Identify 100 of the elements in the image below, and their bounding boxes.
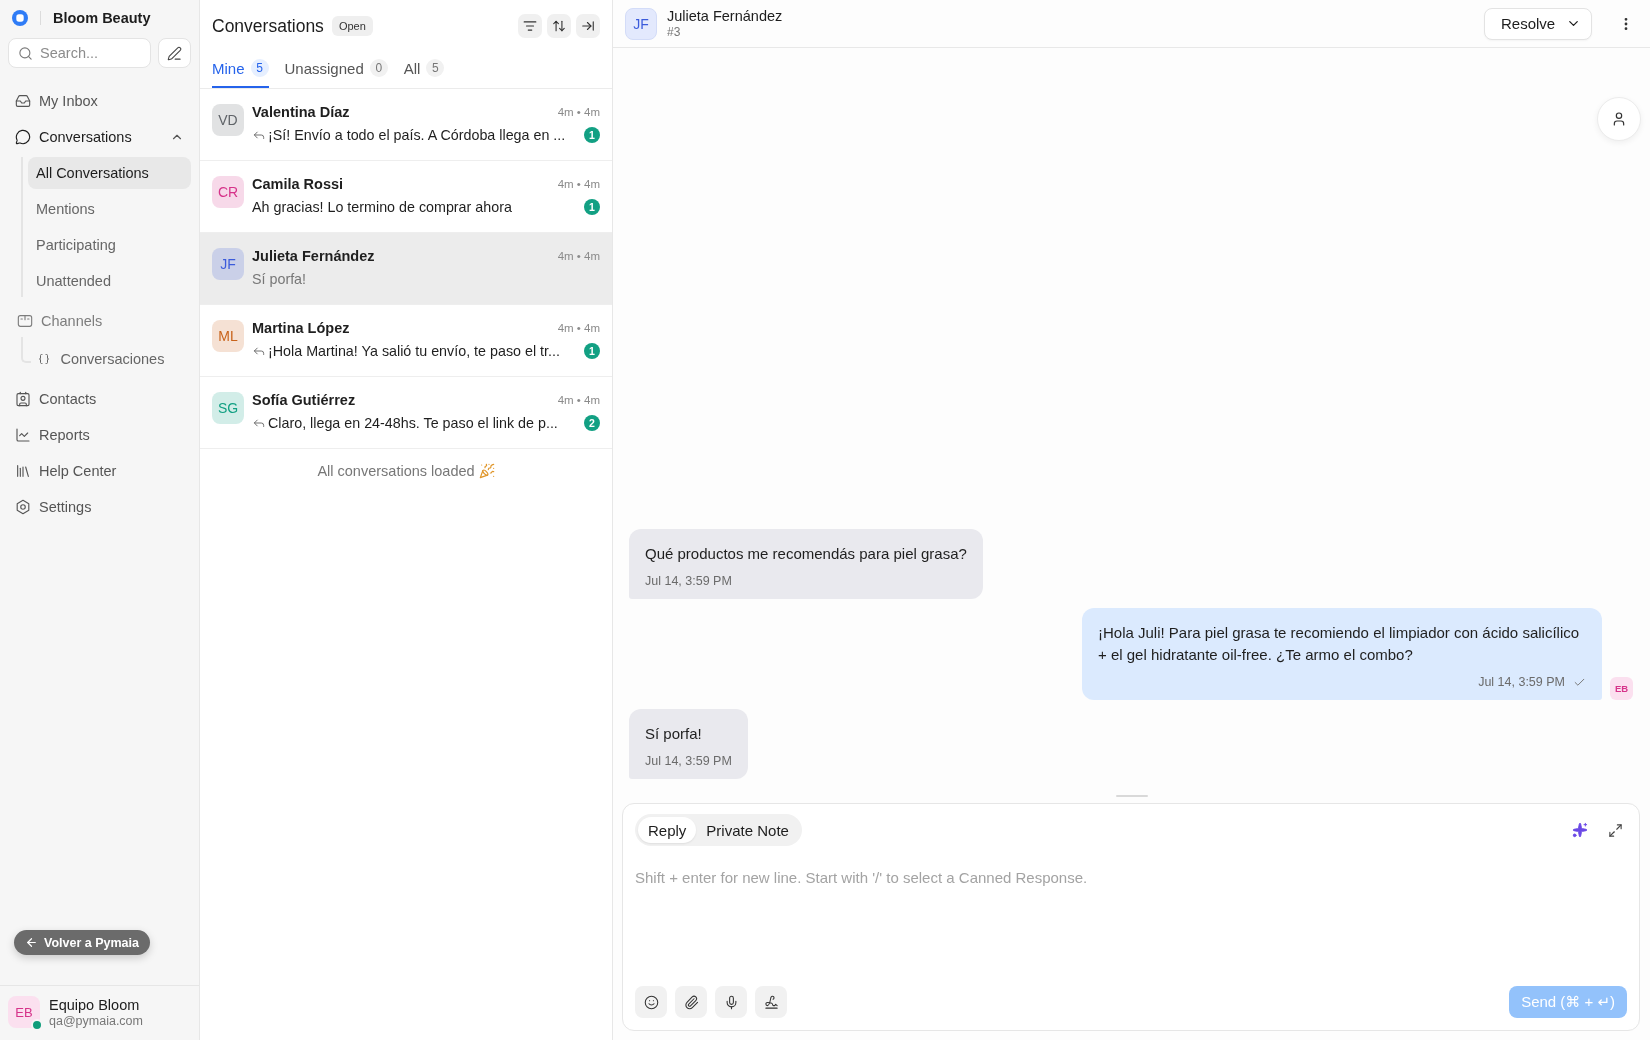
sort-button[interactable]	[547, 14, 571, 38]
user-email: qa@pymaia.com	[49, 1013, 143, 1028]
arrow-left-icon	[25, 936, 38, 949]
search-field[interactable]: Search...	[8, 38, 151, 68]
message-preview: ¡Sí! Envío a todo el país. A Córdoba llega en ...	[268, 127, 567, 143]
nav-item[interactable]: Contacts	[8, 381, 191, 417]
signature-button[interactable]	[755, 986, 787, 1018]
search-icon	[18, 45, 33, 61]
arrow-to-line-icon	[581, 19, 595, 33]
conversation-item[interactable]: ML Martina López 4m • 4m ¡Hola Martina! Ya salió tu envío, te paso el tr... 1	[200, 305, 612, 377]
message-preview: Claro, llega en 24-48hs. Te paso el link de p...	[268, 415, 559, 431]
filter-icon	[523, 19, 537, 33]
microphone-icon	[723, 994, 739, 1010]
nav-section[interactable]: Channels	[8, 303, 191, 339]
tab[interactable]: Mine 5	[212, 52, 269, 88]
tab[interactable]: All 5	[403, 52, 445, 88]
collapse-button[interactable]	[576, 14, 600, 38]
nav-subitem[interactable]: All Conversations	[28, 157, 191, 189]
nav-subitem[interactable]: Unattended	[28, 265, 191, 297]
message-preview: ¡Hola Martina! Ya salió tu envío, te paso el tr...	[268, 343, 561, 359]
message-time: Jul 14, 3:59 PM	[645, 573, 732, 589]
timestamp: 4m • 4m	[557, 106, 600, 118]
contact-card-icon	[15, 391, 31, 407]
unread-count-badge: 1	[584, 127, 600, 143]
conversation-number: #3	[667, 25, 682, 39]
user-avatar: EB	[8, 996, 40, 1028]
sparkle-icon	[1572, 822, 1588, 838]
contact-name: Martina López	[252, 320, 350, 336]
message-time: Jul 14, 3:59 PM	[1478, 674, 1565, 690]
brand-logo	[12, 10, 28, 26]
settings-icon	[15, 499, 31, 515]
timestamp: 4m • 4m	[557, 250, 600, 262]
resolve-button[interactable]: Resolve	[1484, 7, 1592, 40]
tab[interactable]: Unassigned 0	[284, 52, 388, 88]
message-input[interactable]: Shift + enter for new line. Start with '/' to select a Canned Response.	[635, 868, 1627, 986]
expand-icon	[1608, 822, 1623, 838]
channel-item[interactable]: Conversaciones	[31, 342, 191, 375]
contact-avatar: JF	[625, 7, 657, 40]
attach-button[interactable]	[675, 986, 707, 1018]
user-icon	[1611, 111, 1627, 127]
nav-group[interactable]: Conversations	[8, 119, 191, 155]
paperclip-icon	[683, 994, 699, 1010]
emoji-button[interactable]	[635, 986, 667, 1018]
compose-button[interactable]	[158, 38, 191, 68]
message-time: Jul 14, 3:59 PM	[645, 753, 732, 769]
contact-avatar: VD	[212, 104, 244, 136]
books-icon	[15, 463, 31, 479]
contact-details-button[interactable]	[1597, 97, 1641, 141]
voice-button[interactable]	[715, 986, 747, 1018]
expand-button[interactable]	[1608, 822, 1623, 838]
contact-avatar: SG	[212, 392, 244, 424]
conversation-item[interactable]: JF Julieta Fernández 4m • 4m Sí porfa!	[200, 233, 612, 305]
sender-avatar: EB	[1610, 677, 1633, 700]
smiley-icon	[643, 994, 659, 1010]
unread-count-badge: 1	[584, 343, 600, 359]
back-button[interactable]: Volver a Pymaia	[14, 930, 150, 955]
unread-count-badge: 2	[584, 415, 600, 431]
timestamp: 4m • 4m	[557, 394, 600, 406]
contact-avatar: ML	[212, 320, 244, 352]
brand-name: Bloom Beauty	[53, 10, 151, 26]
card-icon	[17, 313, 33, 329]
panel-title: Conversations	[212, 15, 324, 37]
ai-assist-button[interactable]	[1572, 822, 1588, 838]
sort-arrows-icon	[552, 19, 566, 33]
nav-subitem[interactable]: Mentions	[28, 193, 191, 225]
nav-item[interactable]: Reports	[8, 417, 191, 453]
message-text: ¡Hola Juli! Para piel grasa te recomiendo el limpiador con ácido salicílico + el gel hidratante oil-free. ¿Te armo el combo?	[1098, 623, 1581, 665]
mode-toggle[interactable]: Reply	[638, 817, 697, 843]
contact-name: Camila Rossi	[252, 176, 344, 192]
line-chart-icon	[15, 427, 31, 443]
timestamp: 4m • 4m	[557, 178, 600, 190]
nav-item[interactable]: My Inbox	[8, 83, 191, 119]
party-popper-icon	[478, 463, 495, 479]
mode-toggle[interactable]: Private Note	[696, 817, 799, 843]
message-text: Sí porfa!	[645, 724, 703, 744]
contact-avatar: CR	[212, 176, 244, 208]
conversation-item[interactable]: VD Valentina Díaz 4m • 4m ¡Sí! Envío a todo el país. A Córdoba llega en ... 1	[200, 89, 612, 161]
filter-button[interactable]	[518, 14, 542, 38]
timestamp: 4m • 4m	[557, 322, 600, 334]
message-preview: Sí porfa!	[252, 271, 308, 287]
message-text: Qué productos me recomendás para piel grasa?	[645, 544, 967, 564]
nav-item[interactable]: Settings	[8, 489, 191, 525]
list-end-message: All conversations loaded	[317, 463, 475, 479]
nav-item[interactable]: Help Center	[8, 453, 191, 489]
inbox-icon	[15, 93, 31, 109]
contact-name: Julieta Fernández	[252, 248, 375, 264]
search-input[interactable]: Search...	[40, 45, 141, 61]
braces-icon	[38, 352, 51, 365]
user-name: Equipo Bloom	[49, 996, 141, 1013]
contact-avatar: JF	[212, 248, 244, 280]
nav-subitem[interactable]: Participating	[28, 229, 191, 261]
resize-handle[interactable]	[1115, 795, 1148, 797]
contact-name: Sofía Gutiérrez	[252, 392, 356, 408]
contact-name: Valentina Díaz	[252, 104, 350, 120]
signature-icon	[763, 994, 779, 1010]
pen-icon	[167, 45, 182, 61]
chat-bubble-icon	[15, 129, 31, 145]
message-preview: Ah gracias! Lo termino de comprar ahora	[252, 199, 513, 215]
status-badge[interactable]: Open	[331, 16, 373, 36]
conversation-item[interactable]: SG Sofía Gutiérrez 4m • 4m Claro, llega en 24-48hs. Te paso el link de p... 2	[200, 377, 612, 449]
